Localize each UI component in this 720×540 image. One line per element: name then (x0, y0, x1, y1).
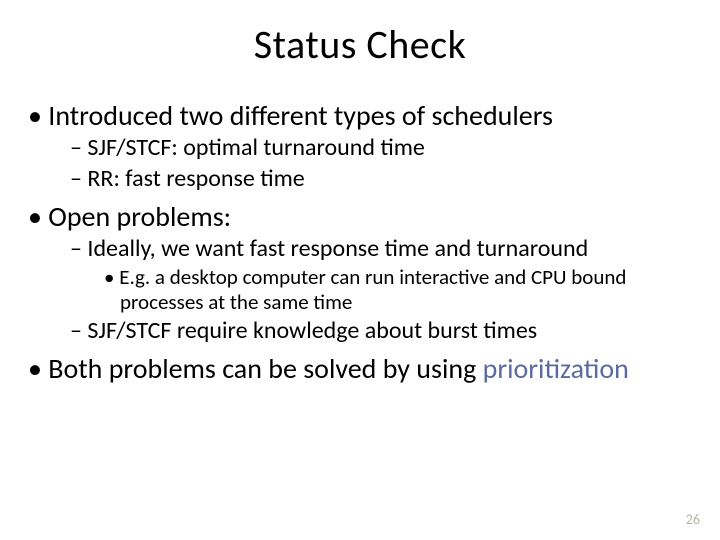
bullet-level1: Open problems: (28, 201, 700, 233)
bullet-level1: Introduced two different types of schedu… (28, 100, 700, 132)
slide-title: Status Check (0, 20, 720, 69)
accent-word: prioritization (483, 351, 629, 386)
bullet-level2: Ideally, we want fast response time and … (28, 235, 700, 263)
bullet-level3: E.g. a desktop computer can run interact… (28, 265, 700, 315)
page-number: 26 (686, 511, 700, 528)
bullet-level2: RR: fast response time (28, 165, 700, 193)
bullet-level1: Both problems can be solved by using pri… (28, 353, 700, 385)
bullet-level2: SJF/STCF: optimal turnaround time (28, 134, 700, 162)
slide: Status Check Introduced two different ty… (0, 0, 720, 540)
bullet-text: Both problems can be solved by using (48, 351, 482, 386)
bullet-level2: SJF/STCF require knowledge about burst t… (28, 317, 700, 345)
slide-body: Introduced two different types of schedu… (28, 100, 700, 387)
